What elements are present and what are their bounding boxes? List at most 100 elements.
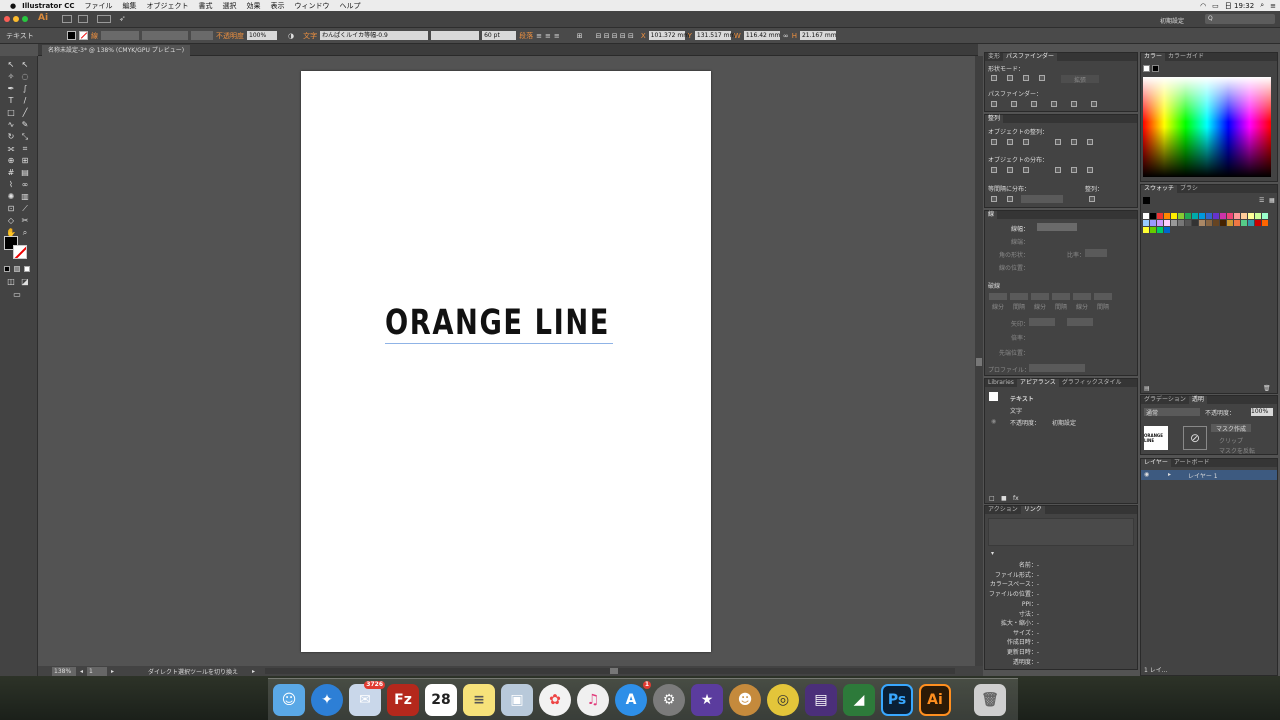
tab-swatches[interactable]: スウォッチ <box>1141 185 1178 193</box>
align-top-edge-icon[interactable] <box>1055 139 1061 145</box>
draw-mode-icon[interactable]: ◫ <box>6 277 16 287</box>
distribute-h-center-icon[interactable] <box>1071 167 1077 173</box>
invert-mask-checkbox[interactable]: マスクを反転 <box>1219 446 1255 455</box>
tab-artboards[interactable]: アートボード <box>1171 459 1213 467</box>
links-list[interactable] <box>988 518 1134 546</box>
calendar-icon[interactable]: 28 <box>425 684 457 716</box>
swatch-chip[interactable] <box>1164 220 1170 226</box>
screenshot-app-icon[interactable]: ▤ <box>805 684 837 716</box>
blend-mode-select[interactable]: 通常 <box>1144 408 1200 417</box>
gap-field-1[interactable] <box>1010 293 1028 300</box>
tab-graphic-styles[interactable]: グラフィックスタイル <box>1059 379 1125 387</box>
swatch-chip[interactable] <box>1206 213 1212 219</box>
vertical-scrollbar[interactable] <box>975 56 983 666</box>
swatch-grid[interactable] <box>1143 213 1275 253</box>
spotlight-icon[interactable]: ⌕ <box>1260 1 1264 10</box>
swatch-chip[interactable] <box>1213 220 1219 226</box>
slice-tool-icon[interactable]: ⟋ <box>20 204 30 214</box>
scale-tool-icon[interactable]: ⤡ <box>20 132 30 142</box>
transform-options-icon[interactable]: ⊞ <box>577 32 583 40</box>
type-tool-icon[interactable]: T <box>6 96 16 106</box>
artboard[interactable]: ORANGE LINE <box>301 71 711 652</box>
outline-icon[interactable] <box>1071 101 1077 107</box>
fx-icon[interactable]: fx <box>1013 495 1019 502</box>
clip-checkbox[interactable]: クリップ <box>1219 436 1243 445</box>
screen-mode-icon[interactable]: ▭ <box>12 290 22 300</box>
swatch-chip[interactable] <box>1185 213 1191 219</box>
swatch-chip[interactable] <box>1241 213 1247 219</box>
swatch-chip[interactable] <box>1157 227 1163 233</box>
dash-field-2[interactable] <box>1031 293 1049 300</box>
visibility-eye-icon[interactable]: ◉ <box>991 418 996 425</box>
tab-layers[interactable]: レイヤー <box>1141 459 1171 467</box>
mesh-tool-icon[interactable]: # <box>6 168 16 178</box>
swatch-chip[interactable] <box>1199 220 1205 226</box>
layer-name[interactable]: レイヤー 1 <box>1188 471 1218 480</box>
crop-icon[interactable] <box>1051 101 1057 107</box>
horizontal-scroll-thumb[interactable] <box>610 668 619 674</box>
add-fill-icon[interactable]: ■ <box>1001 495 1007 502</box>
swatch-chip[interactable] <box>1157 220 1163 226</box>
selection-tool-icon[interactable]: ↖ <box>6 60 16 70</box>
swatch-chip[interactable] <box>1199 213 1205 219</box>
filezilla-icon[interactable]: Fz <box>387 684 419 716</box>
swatch-chip[interactable] <box>1255 213 1261 219</box>
opacity-label[interactable]: 不透明度 <box>216 31 244 41</box>
swatch-chip[interactable] <box>1262 220 1268 226</box>
paintbrush-tool-icon[interactable]: ╱ <box>20 108 30 118</box>
distribute-right-icon[interactable] <box>1087 167 1093 173</box>
menu-object[interactable]: オブジェクト <box>147 1 189 11</box>
minimize-window-button[interactable] <box>13 16 19 22</box>
align-bottom-edge-icon[interactable] <box>1087 139 1093 145</box>
gradient-mode-icon[interactable] <box>14 266 20 272</box>
tab-color[interactable]: カラー <box>1141 53 1166 61</box>
paragraph-label[interactable]: 段落 <box>519 31 533 41</box>
align-left-icon[interactable]: ≡ <box>536 32 542 40</box>
expand-button[interactable]: 拡張 <box>1061 75 1099 84</box>
arrange-documents-icon[interactable] <box>97 15 111 23</box>
finder-icon[interactable]: ☺ <box>273 684 305 716</box>
horizontal-scrollbar[interactable] <box>265 668 956 674</box>
list-view-icon[interactable]: ☰ <box>1259 197 1264 204</box>
x-field[interactable]: 101.372 mm <box>648 31 689 40</box>
swatch-chip[interactable] <box>1227 220 1233 226</box>
tab-appearance[interactable]: アピアランス <box>1016 379 1059 387</box>
delete-swatch-icon[interactable]: 🗑 <box>1263 385 1271 392</box>
grid-view-icon[interactable]: ▦ <box>1269 197 1275 204</box>
align-objects-icon[interactable]: ⊟ ⊟ ⊟ ⊟ ⊟ <box>596 32 634 40</box>
swatch-chip[interactable] <box>1248 220 1254 226</box>
stroke-weight-field[interactable] <box>101 31 139 40</box>
color-stroke-indicator[interactable] <box>1152 65 1159 72</box>
swatch-chip[interactable] <box>1178 220 1184 226</box>
itunes-icon[interactable]: ♫ <box>577 684 609 716</box>
swatch-fill-indicator[interactable] <box>1143 197 1150 204</box>
stroke-weight-input[interactable] <box>1037 223 1077 231</box>
color-fill-indicator[interactable] <box>1143 65 1150 72</box>
minus-front-icon[interactable] <box>1007 75 1013 81</box>
symbol-sprayer-tool-icon[interactable]: ✺ <box>6 192 16 202</box>
color-spectrum[interactable] <box>1143 77 1271 177</box>
arrow-end-select[interactable] <box>1067 318 1093 326</box>
align-right-icon[interactable]: ≡ <box>554 32 560 40</box>
green-app-icon[interactable]: ◢ <box>843 684 875 716</box>
swatch-chip[interactable] <box>1171 220 1177 226</box>
fill-swatch[interactable] <box>67 31 76 40</box>
swatch-chip[interactable] <box>1171 213 1177 219</box>
h-label[interactable]: H <box>792 32 797 40</box>
zoom-window-button[interactable] <box>22 16 28 22</box>
brush-field[interactable] <box>191 31 213 40</box>
add-stroke-icon[interactable]: □ <box>989 495 995 502</box>
rotate-tool-icon[interactable]: ↻ <box>6 132 16 142</box>
distribute-top-icon[interactable] <box>991 167 997 173</box>
distribute-v-space-icon[interactable] <box>991 196 997 202</box>
prev-artboard-icon[interactable]: ◂ <box>80 668 83 675</box>
merge-icon[interactable] <box>1031 101 1037 107</box>
links-expand-icon[interactable]: ▾ <box>991 550 994 557</box>
appearance-opacity-label[interactable]: 不透明度： <box>1010 418 1040 427</box>
font-family-field[interactable]: わんぱくルイカ等幅-0.9 <box>320 31 429 40</box>
swatch-chip[interactable] <box>1262 213 1268 219</box>
profile-select[interactable] <box>1029 364 1085 372</box>
search-stock-input[interactable]: Q <box>1205 14 1275 24</box>
distribute-bottom-icon[interactable] <box>1023 167 1029 173</box>
dash-field-3[interactable] <box>1073 293 1091 300</box>
